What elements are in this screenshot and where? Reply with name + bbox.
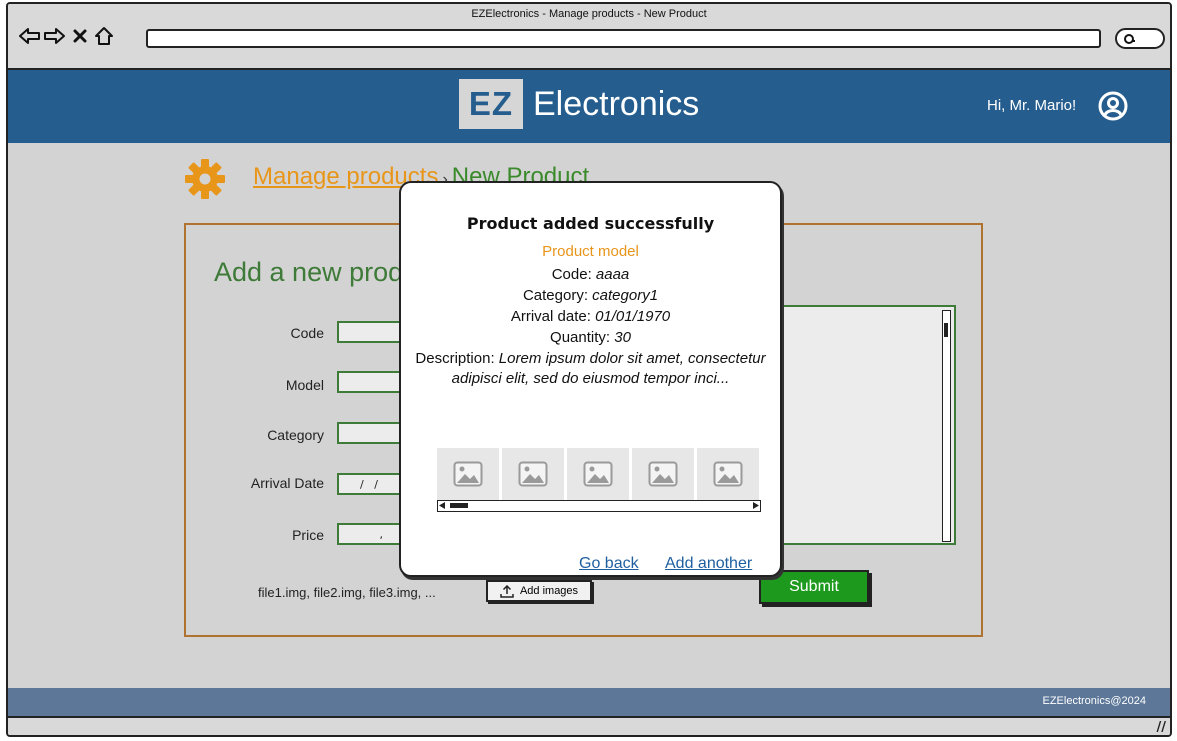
category-value: category1: [592, 287, 659, 304]
description-label: Description:: [415, 350, 499, 367]
thumbnails-scrollbar[interactable]: [437, 500, 761, 512]
add-images-label: Add images: [519, 585, 579, 597]
code-label: Code: [290, 325, 324, 341]
image-thumbnail[interactable]: [567, 448, 629, 500]
back-button[interactable]: [18, 24, 42, 48]
gear-icon: [183, 157, 227, 205]
selected-files-text: file1.img, file2.img, file3.img, ...: [258, 585, 436, 600]
logo-badge: EZ: [459, 79, 523, 129]
browser-statusbar: //: [8, 716, 1170, 735]
image-placeholder-icon: [583, 461, 613, 487]
site-header: EZ Electronics Hi, Mr. Mario!: [8, 70, 1170, 143]
description-value: Lorem ipsum dolor sit amet, consectetur …: [451, 350, 766, 387]
product-arrival-line: Arrival date: 01/01/1970: [411, 307, 770, 326]
site-logo[interactable]: EZ Electronics: [459, 79, 699, 129]
image-placeholder-icon: [713, 461, 743, 487]
quantity-value: 30: [614, 329, 631, 346]
user-greeting: Hi, Mr. Mario!: [987, 97, 1077, 114]
upload-icon: [500, 584, 514, 598]
user-menu-button[interactable]: [1097, 90, 1129, 126]
scroll-left-icon[interactable]: [439, 502, 446, 509]
x-icon: [73, 29, 87, 43]
forward-button[interactable]: [42, 24, 66, 48]
add-images-button[interactable]: Add images: [486, 580, 592, 602]
browser-chrome: EZElectronics - Manage products - New Pr…: [8, 4, 1170, 70]
image-thumbnail[interactable]: [437, 448, 499, 500]
product-description: Description: Lorem ipsum dolor sit amet,…: [415, 349, 766, 389]
image-placeholder-icon: [648, 461, 678, 487]
price-label: Price: [292, 527, 324, 543]
code-value: aaaa: [595, 266, 630, 283]
product-code-line: Code: aaaa: [411, 265, 770, 284]
stop-button[interactable]: [68, 24, 92, 48]
description-scrollbar[interactable]: [942, 310, 951, 542]
search-icon: [1124, 33, 1135, 44]
arrow-left-icon: [19, 28, 40, 44]
image-placeholder-icon: [518, 461, 548, 487]
site-footer: EZElectronics@2024: [8, 688, 1170, 716]
product-quantity-line: Quantity: 30: [411, 328, 770, 347]
dialog-title: Product added successfully: [466, 214, 715, 233]
arrival-value: 01/01/1970: [595, 308, 671, 325]
image-placeholder-icon: [453, 461, 483, 487]
arrival-date-label: Arrival Date: [250, 475, 324, 491]
footer-copyright: EZElectronics@2024: [1042, 695, 1147, 707]
category-label: Category:: [522, 287, 593, 304]
search-button[interactable]: [1115, 28, 1165, 49]
go-back-link[interactable]: Go back: [579, 555, 639, 573]
image-thumbnail[interactable]: [632, 448, 694, 500]
image-thumbnail[interactable]: [502, 448, 564, 500]
arrow-right-icon: [44, 28, 65, 44]
product-model: Product model: [542, 243, 639, 260]
image-thumbnail[interactable]: [697, 448, 759, 500]
logo-text: Electronics: [533, 84, 700, 123]
product-added-dialog: Product added successfully Product model…: [399, 181, 782, 577]
user-circle-icon: [1098, 91, 1128, 121]
scrollbar-thumb[interactable]: [944, 323, 948, 337]
scroll-right-icon[interactable]: [752, 502, 759, 509]
resize-grip-icon[interactable]: //: [1157, 720, 1167, 735]
home-icon: [95, 27, 113, 45]
image-thumbnails: [437, 448, 761, 500]
add-another-link[interactable]: Add another: [665, 555, 752, 573]
code-label: Code:: [551, 266, 596, 283]
arrival-label: Arrival date:: [510, 308, 596, 325]
home-button[interactable]: [92, 24, 116, 48]
scrollbar-thumb[interactable]: [450, 503, 468, 508]
window-title: EZElectronics - Manage products - New Pr…: [471, 8, 707, 20]
description-textarea[interactable]: [769, 305, 956, 545]
category-label: Category: [267, 427, 324, 443]
model-label: Model: [285, 377, 324, 393]
quantity-label: Quantity:: [550, 329, 615, 346]
address-bar[interactable]: [146, 29, 1101, 48]
product-category-line: Category: category1: [411, 286, 770, 305]
